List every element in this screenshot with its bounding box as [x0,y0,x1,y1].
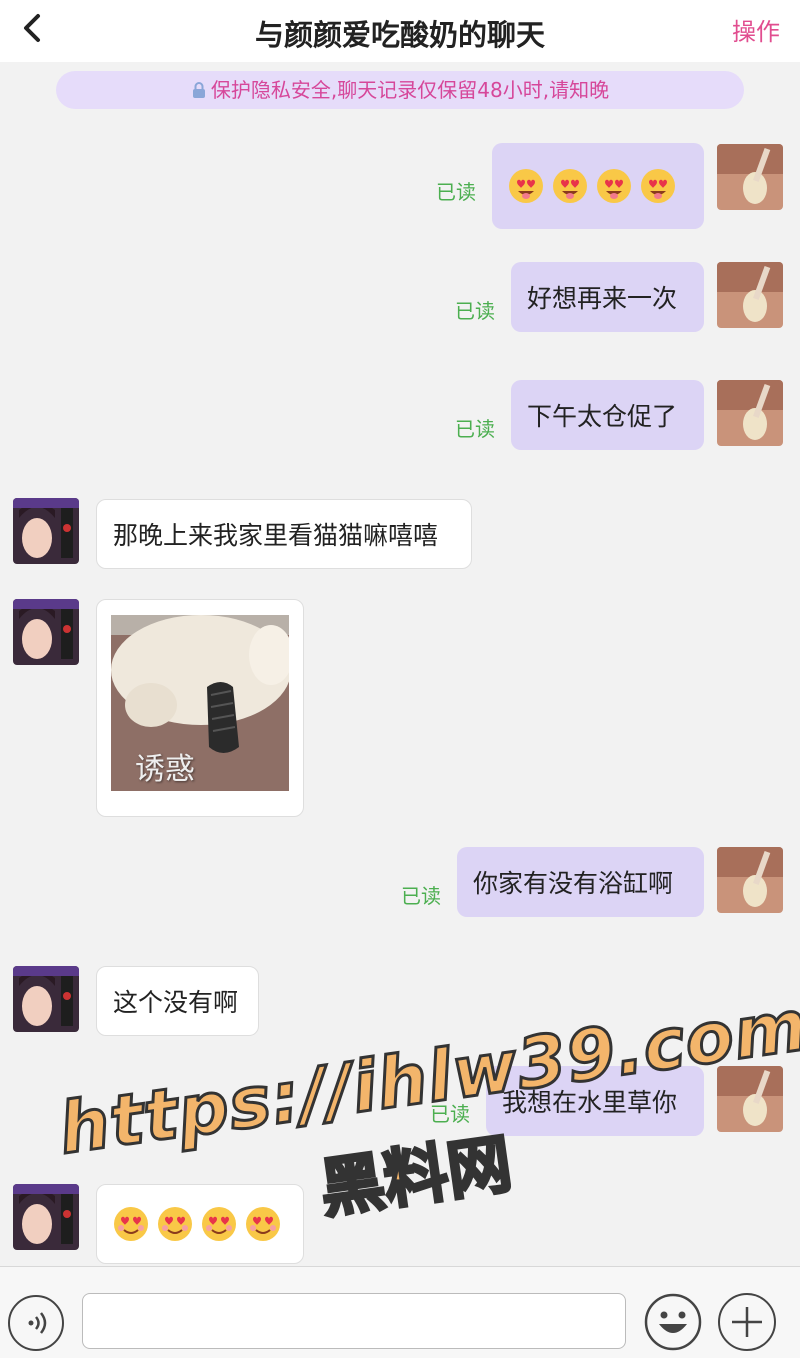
heart-eyes-emoji-icon [158,1207,192,1241]
message-bubble-outgoing[interactable]: 你家有没有浴缸啊 [457,847,704,917]
message-bubble-incoming[interactable]: 那晚上来我家里看猫猫嘛嘻嘻 [96,499,472,569]
privacy-notice: 保护隐私安全,聊天记录仅保留48小时,请知晚 [56,71,744,109]
message-bubble-outgoing[interactable]: 下午太仓促了 [511,380,704,450]
chat-title: 与颜颜爱吃酸奶的聊天 [254,18,545,52]
contact-avatar[interactable] [13,966,79,1032]
message-bubble-outgoing[interactable] [492,143,704,229]
heart-eyes-tongue-emoji-icon [641,169,675,203]
read-status: 已读 [436,180,476,204]
message-bubble-outgoing[interactable]: 好想再来一次 [511,262,704,332]
read-status: 已读 [455,417,495,441]
more-options-button[interactable] [718,1293,776,1351]
contact-avatar[interactable] [13,1184,79,1250]
read-status: 已读 [455,299,495,323]
heart-eyes-tongue-emoji-icon [553,169,587,203]
my-avatar[interactable] [717,144,783,210]
voice-button[interactable] [8,1295,64,1351]
my-avatar[interactable] [717,380,783,446]
heart-eyes-emoji-icon [246,1207,280,1241]
message-bubble-incoming[interactable] [96,1184,304,1264]
plus-icon [732,1307,762,1337]
smiley-icon [644,1293,702,1351]
read-status: 已读 [401,884,441,908]
message-input[interactable] [82,1293,626,1349]
my-avatar[interactable] [717,262,783,328]
contact-avatar[interactable] [13,498,79,564]
heart-eyes-tongue-emoji-icon [597,169,631,203]
heart-eyes-emoji-icon [202,1207,236,1241]
my-avatar[interactable] [717,1066,783,1132]
top-bar: 与颜颜爱吃酸奶的聊天 操作 [0,0,800,62]
lock-icon [192,82,205,98]
input-bar [0,1266,800,1358]
image-caption: 诱惑 [135,752,195,787]
privacy-notice-text: 保护隐私安全,聊天记录仅保留48小时,请知晚 [210,78,610,102]
message-bubble-incoming[interactable]: 这个没有啊 [96,966,259,1036]
contact-avatar[interactable] [13,599,79,665]
read-status: 已读 [430,1102,470,1126]
heart-eyes-emoji-icon [114,1207,148,1241]
heart-eyes-tongue-emoji-icon [509,169,543,203]
message-bubble-outgoing[interactable]: 我想在水里草你 [486,1066,704,1136]
voice-icon [28,1312,47,1334]
emoji-button[interactable] [644,1293,702,1351]
message-image-incoming[interactable]: 诱惑 [96,599,304,817]
my-avatar[interactable] [717,847,783,913]
action-menu-button[interactable]: 操作 [732,12,780,47]
